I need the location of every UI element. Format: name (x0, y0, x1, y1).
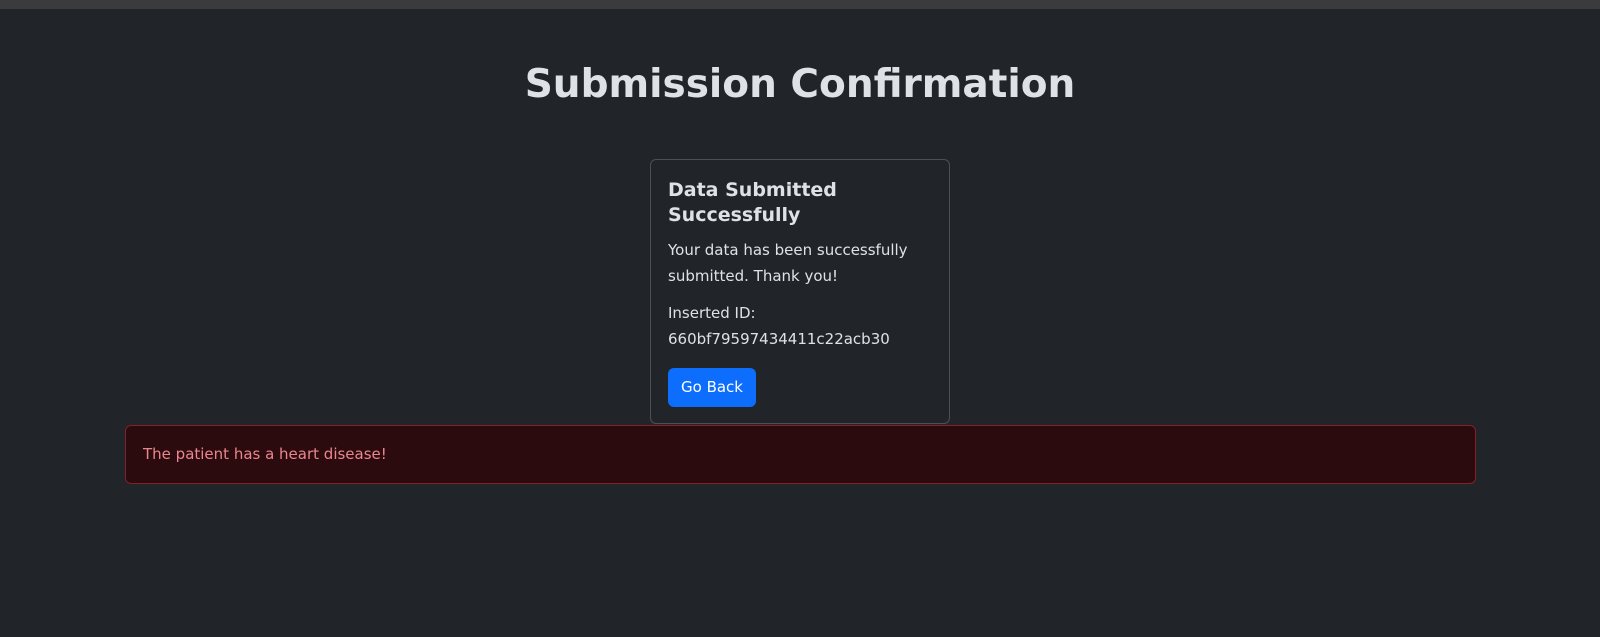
danger-alert: The patient has a heart disease! (125, 425, 1476, 484)
inserted-id-label: Inserted ID: (668, 304, 756, 322)
success-message: Your data has been successfully submitte… (668, 241, 908, 285)
browser-top-strip (0, 0, 1600, 9)
go-back-button[interactable]: Go Back (668, 368, 756, 407)
card-title: Data Submitted Successfully (668, 179, 837, 226)
inserted-id: Inserted ID: 660bf79597434411c22acb30 (668, 300, 932, 352)
alert-message: The patient has a heart disease! (143, 445, 387, 463)
page-title: Submission Confirmation (524, 62, 1076, 107)
inserted-id-value: 660bf79597434411c22acb30 (668, 330, 890, 348)
confirmation-card: Data Submitted Successfully Your data ha… (650, 159, 950, 424)
